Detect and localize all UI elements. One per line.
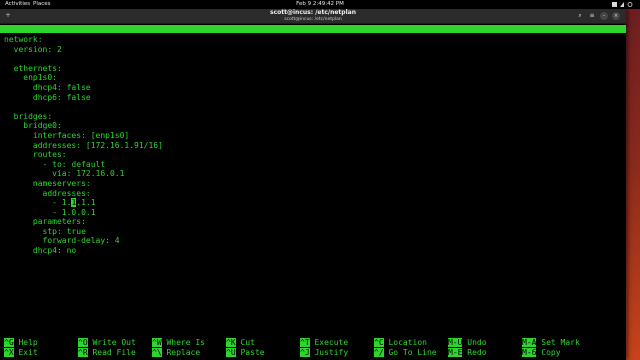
- editor-line[interactable]: dhcp4: no: [4, 246, 624, 256]
- shortcut-key: ^W: [152, 338, 162, 347]
- editor-line[interactable]: routes:: [4, 150, 624, 160]
- system-status-icons[interactable]: [612, 2, 634, 9]
- editor-line[interactable]: network:: [4, 35, 624, 45]
- nano-title-bar: GNU nano 6.2 00-installer-config.yaml *: [0, 25, 626, 49]
- editor-line[interactable]: bridges:: [4, 112, 624, 122]
- editor-line[interactable]: stp: true: [4, 227, 624, 237]
- gnome-top-bar: Activities Places Feb 9 2:49:42 PM: [0, 0, 640, 9]
- shortcut-key: ^C: [374, 338, 384, 347]
- terminal-window: + scott@incus: /etc/netplan scott@incus:…: [0, 9, 626, 360]
- shortcut-redo[interactable]: M-E Redo: [448, 347, 487, 358]
- editor-line[interactable]: addresses: [172.16.1.91/16]: [4, 141, 624, 151]
- shortcut-label: Read File: [87, 347, 136, 357]
- shortcut-key: ^R: [78, 347, 88, 357]
- shortcut-label: Replace: [161, 347, 201, 357]
- shortcut-where-is[interactable]: ^W Where Is: [152, 338, 205, 348]
- shortcut-exit[interactable]: ^X Exit: [4, 347, 38, 358]
- editor-line[interactable]: [4, 54, 624, 64]
- shortcut-set-mark[interactable]: M-A Set Mark: [522, 338, 580, 348]
- editor-line[interactable]: dhcp4: false: [4, 83, 624, 93]
- editor-line[interactable]: nameservers:: [4, 179, 624, 189]
- shortcut-undo[interactable]: M-U Undo: [448, 338, 487, 348]
- editor-line[interactable]: - 1.0.0.1: [4, 208, 624, 218]
- shortcut-label: Exit: [13, 347, 38, 357]
- window-titlebar[interactable]: + scott@incus: /etc/netplan scott@incus:…: [0, 9, 626, 24]
- shortcut-go-to-line[interactable]: ^/ Go To Line: [374, 347, 437, 358]
- shortcut-key: ^T: [300, 338, 310, 347]
- network-icon: [612, 2, 633, 7]
- shortcut-help[interactable]: ^G Help: [4, 338, 38, 348]
- terminal-area[interactable]: GNU nano 6.2 00-installer-config.yaml * …: [0, 24, 626, 360]
- shortcut-label: Justify: [309, 347, 349, 357]
- shortcut-key: ^J: [300, 347, 310, 357]
- shortcut-key: M-6: [522, 347, 537, 357]
- window-subtitle: scott@incus: /etc/netplan: [284, 17, 342, 22]
- shortcut-label: Go To Line: [383, 347, 437, 357]
- shortcut-label: Copy: [536, 347, 561, 357]
- editor-line[interactable]: addresses:: [4, 189, 624, 199]
- search-icon[interactable]: ⌕: [576, 12, 584, 20]
- editor-line[interactable]: - to: default: [4, 160, 624, 170]
- shortcut-paste[interactable]: ^U Paste: [226, 347, 265, 358]
- clock[interactable]: Feb 9 2:49:42 PM: [0, 0, 640, 9]
- shortcut-label: Paste: [235, 347, 265, 357]
- shortcut-key: M-A: [522, 338, 537, 347]
- editor-line[interactable]: enp1s0:: [4, 73, 624, 83]
- shortcut-label: Set Mark: [536, 338, 580, 347]
- shortcut-replace[interactable]: ^\ Replace: [152, 347, 201, 358]
- shortcut-justify[interactable]: ^J Justify: [300, 347, 349, 358]
- shortcut-key: ^/: [374, 347, 384, 357]
- shortcut-label: Location: [383, 338, 427, 347]
- nano-shortcut-bar: ^G Help ^X Exit ^O Write Out ^R Read File ^W…: [4, 338, 624, 358]
- shortcut-execute[interactable]: ^T Execute: [300, 338, 348, 348]
- shortcut-copy[interactable]: M-6 Copy: [522, 347, 561, 358]
- editor-line[interactable]: parameters:: [4, 217, 624, 227]
- shortcut-location[interactable]: ^C Location: [374, 338, 427, 348]
- minimize-icon[interactable]: –: [600, 12, 608, 20]
- shortcut-key: ^U: [226, 347, 236, 357]
- shortcut-key: ^\: [152, 347, 162, 357]
- shortcut-key: ^O: [78, 338, 88, 347]
- shortcut-key: ^X: [4, 347, 14, 357]
- shortcut-label: Help: [13, 338, 38, 347]
- shortcut-label: Execute: [309, 338, 349, 347]
- shortcut-key: M-E: [448, 347, 463, 357]
- shortcut-key: ^K: [226, 338, 236, 347]
- shortcut-read-file[interactable]: ^R Read File: [78, 347, 136, 358]
- editor-line[interactable]: version: 2: [4, 45, 624, 55]
- shortcut-label: Cut: [235, 338, 255, 347]
- editor-line[interactable]: via: 172.16.0.1: [4, 169, 624, 179]
- shortcut-label: Redo: [462, 347, 487, 357]
- editor-line[interactable]: forward-delay: 4: [4, 236, 624, 246]
- editor-line[interactable]: interfaces: [enp1s0]: [4, 131, 624, 141]
- shortcut-label: Write Out: [87, 338, 136, 347]
- shortcut-label: Where Is: [161, 338, 205, 347]
- editor-line[interactable]: [4, 102, 624, 112]
- shortcut-key: ^G: [4, 338, 14, 347]
- window-title: scott@incus: /etc/netplan: [270, 9, 356, 16]
- hamburger-menu-icon[interactable]: ≡: [588, 12, 596, 20]
- editor-line[interactable]: dhcp6: false: [4, 93, 624, 103]
- close-icon[interactable]: ×: [612, 12, 620, 20]
- shortcut-label: Undo: [462, 338, 487, 347]
- shortcut-cut[interactable]: ^K Cut: [226, 338, 255, 348]
- shortcut-key: M-U: [448, 338, 463, 347]
- nano-editor-buffer[interactable]: network: version: 2 ethernets: enp1s0: d…: [4, 35, 624, 256]
- editor-line[interactable]: bridge0:: [4, 121, 624, 131]
- shortcut-write-out[interactable]: ^O Write Out: [78, 338, 136, 348]
- editor-line[interactable]: ethernets:: [4, 64, 624, 74]
- editor-line[interactable]: - 1.1.1.1: [4, 198, 624, 208]
